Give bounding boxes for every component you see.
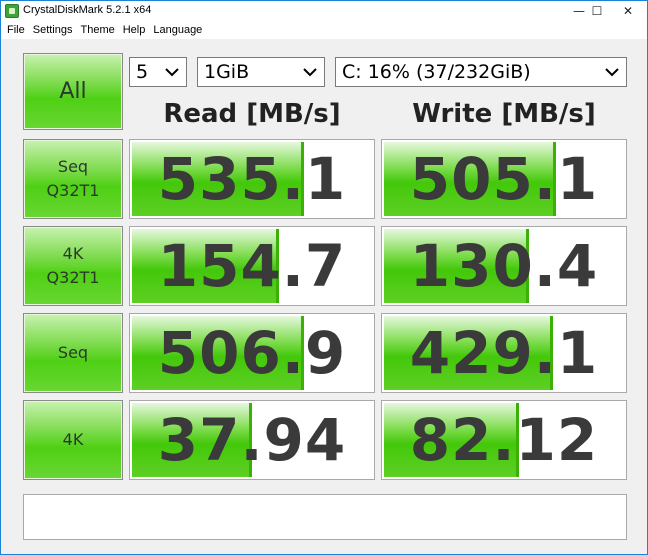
title-bar: CrystalDiskMark 5.2.1 x64 — ☐ ✕ — [1, 1, 647, 21]
seq-q32t1-read-value: 535.1 — [157, 145, 347, 213]
chevron-down-icon — [605, 68, 619, 77]
4k-read-value: 37.94 — [157, 406, 347, 474]
close-button[interactable]: ✕ — [605, 1, 648, 21]
menu-settings[interactable]: Settings — [29, 21, 77, 39]
window-title: CrystalDiskMark 5.2.1 x64 — [23, 4, 152, 16]
4k-write-cell: 82.12 — [381, 400, 627, 480]
seq-write-cell: 429.1 — [381, 313, 627, 393]
4k-q32t1-button[interactable]: 4K Q32T1 — [23, 226, 123, 306]
seq-q32t1-write-cell: 505.1 — [381, 139, 627, 219]
menu-help[interactable]: Help — [119, 21, 150, 39]
test-count-value: 5 — [136, 61, 149, 83]
app-disk-icon — [5, 4, 19, 18]
seq-button[interactable]: Seq — [23, 313, 123, 393]
drive-value: C: 16% (37/232GiB) — [342, 61, 531, 83]
4k-q32t1-read-cell: 154.7 — [129, 226, 375, 306]
4k-q32t1-read-value: 154.7 — [157, 232, 347, 300]
menu-theme[interactable]: Theme — [76, 21, 118, 39]
test-size-select[interactable]: 1GiB — [197, 57, 325, 87]
seq-read-cell: 506.9 — [129, 313, 375, 393]
drive-select[interactable]: C: 16% (37/232GiB) — [335, 57, 627, 87]
app-window: CrystalDiskMark 5.2.1 x64 — ☐ ✕ File Set… — [0, 0, 648, 555]
4k-q32t1-write-cell: 130.4 — [381, 226, 627, 306]
seq-q32t1-read-cell: 535.1 — [129, 139, 375, 219]
test-count-select[interactable]: 5 — [129, 57, 187, 87]
menu-bar: File Settings Theme Help Language — [1, 21, 647, 39]
test-size-value: 1GiB — [204, 61, 250, 83]
4k-q32t1-write-value: 130.4 — [409, 232, 599, 300]
4k-button[interactable]: 4K — [23, 400, 123, 480]
seq-q32t1-button[interactable]: Seq Q32T1 — [23, 139, 123, 219]
comment-field[interactable] — [23, 494, 627, 540]
menu-language[interactable]: Language — [149, 21, 206, 39]
chevron-down-icon — [303, 68, 317, 77]
chevron-down-icon — [165, 68, 179, 77]
seq-q32t1-write-value: 505.1 — [409, 145, 599, 213]
read-column-header: Read [MB/s] — [163, 99, 341, 129]
client-area: All 5 1GiB C: 16% (37/232GiB) Read [MB/s… — [1, 39, 647, 554]
menu-file[interactable]: File — [3, 21, 29, 39]
run-all-button[interactable]: All — [23, 53, 123, 130]
seq-write-value: 429.1 — [409, 319, 599, 387]
4k-read-cell: 37.94 — [129, 400, 375, 480]
seq-read-value: 506.9 — [157, 319, 347, 387]
4k-write-value: 82.12 — [409, 406, 599, 474]
write-column-header: Write [MB/s] — [412, 99, 596, 129]
